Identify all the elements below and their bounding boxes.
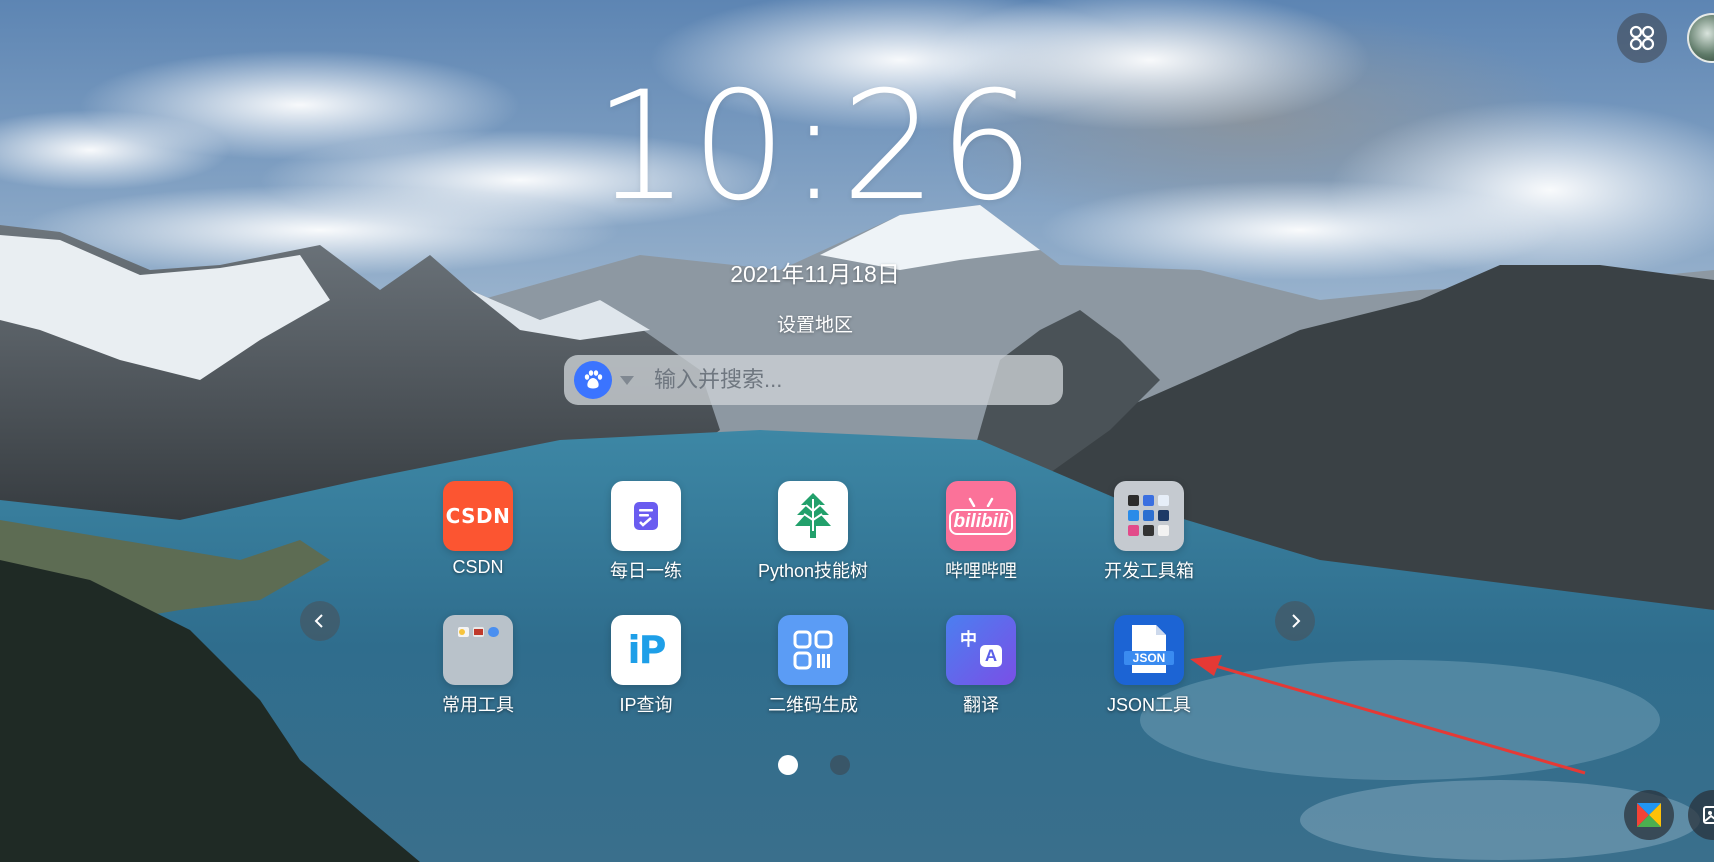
theme-button[interactable] — [1624, 790, 1674, 840]
json-file-icon: JSON — [1114, 615, 1184, 685]
notepad-check-icon — [611, 481, 681, 551]
app-label: 哔哩哔哩 — [945, 561, 1017, 581]
app-label: 开发工具箱 — [1104, 561, 1194, 581]
next-page-button[interactable] — [1275, 601, 1315, 641]
folder-grid-icon — [443, 615, 513, 685]
page-dot-2[interactable] — [830, 755, 850, 775]
app-dev-toolbox[interactable]: 开发工具箱 — [1069, 481, 1229, 591]
app-translate[interactable]: 中 A 翻译 — [901, 615, 1061, 725]
search-input[interactable] — [652, 359, 1063, 401]
app-daily-practice[interactable]: 每日一练 — [566, 481, 726, 591]
page-dot-1-active[interactable] — [778, 755, 798, 775]
tree-icon — [778, 481, 848, 551]
app-label: 翻译 — [963, 695, 999, 715]
app-python-skill-tree[interactable]: Python技能树 — [733, 481, 893, 591]
colorful-cube-icon — [1637, 803, 1661, 827]
chevron-left-icon — [314, 614, 323, 628]
image-icon — [1703, 806, 1714, 824]
translate-icon: 中 A — [946, 615, 1016, 685]
folder-grid-icon — [1114, 481, 1184, 551]
app-label: 常用工具 — [442, 695, 514, 715]
app-json-tool[interactable]: JSON JSON工具 — [1069, 615, 1229, 725]
baidu-paw-icon[interactable] — [574, 361, 612, 399]
app-label: JSON工具 — [1106, 695, 1191, 715]
app-label: Python技能树 — [757, 561, 869, 581]
app-label: IP查询 — [619, 695, 673, 715]
app-label: 每日一练 — [610, 561, 682, 581]
app-label: CSDN — [452, 557, 504, 577]
app-ip-lookup[interactable]: iP IP查询 — [566, 615, 726, 725]
set-region-link[interactable]: 设置地区 — [0, 310, 1630, 337]
app-common-tools[interactable]: 常用工具 — [398, 615, 558, 725]
app-qr-generator[interactable]: 二维码生成 — [733, 615, 893, 725]
chevron-right-icon — [1292, 614, 1301, 628]
grid-apps-icon — [1629, 25, 1655, 51]
app-label: 二维码生成 — [768, 695, 858, 715]
ip-icon: iP — [611, 615, 681, 685]
prev-page-button[interactable] — [300, 601, 340, 641]
app-drawer-button[interactable] — [1617, 13, 1667, 63]
search-bar — [564, 355, 1063, 405]
clock-date: 2021年11月18日 — [730, 261, 900, 287]
app-csdn[interactable]: CSDN CSDN — [398, 481, 558, 591]
qr-code-icon — [778, 615, 848, 685]
csdn-icon: CSDN — [443, 481, 513, 551]
app-bilibili[interactable]: bilibili 哔哩哔哩 — [901, 481, 1061, 591]
engine-dropdown-icon[interactable] — [620, 375, 634, 385]
bilibili-icon: bilibili — [946, 481, 1016, 551]
clock-time: 10:26 — [593, 60, 1037, 234]
